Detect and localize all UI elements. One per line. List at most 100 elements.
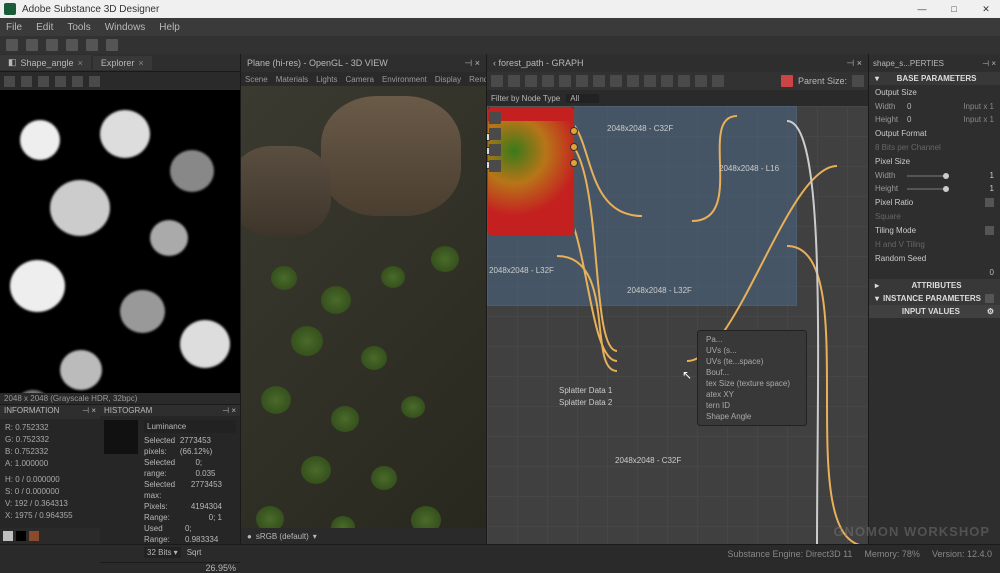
menu-tools[interactable]: Tools [67, 22, 90, 33]
tool-icon[interactable] [26, 39, 38, 51]
tool-icon[interactable] [4, 76, 15, 87]
ctx-item[interactable]: Pa... [698, 334, 806, 345]
tool-icon[interactable] [610, 75, 622, 87]
section-input-values[interactable]: INPUT VALUES⚙ [869, 305, 1000, 318]
size-icon[interactable] [852, 75, 864, 87]
close-icon[interactable]: × [991, 59, 996, 68]
view3d-header: Plane (hi-res) - OpenGL - 3D VIEW ⊣ × [241, 54, 486, 72]
ctx-item[interactable]: tex Size (texture space) [698, 378, 806, 389]
tab-shape-angle[interactable]: ◧ Shape_angle × [0, 55, 91, 70]
pin-icon[interactable]: ⊣ × [82, 406, 96, 418]
close-icon[interactable]: × [78, 58, 83, 68]
ctx-item[interactable]: UVs (s... [698, 345, 806, 356]
tool-icon[interactable] [21, 76, 32, 87]
maximize-button[interactable]: □ [944, 4, 964, 15]
tool-icon[interactable] [576, 75, 588, 87]
tool-icon[interactable] [712, 75, 724, 87]
swatch[interactable] [16, 531, 26, 541]
tool-icon[interactable] [525, 75, 537, 87]
tool-icon[interactable] [695, 75, 707, 87]
bits-select[interactable]: 32 Bits ▾ [144, 547, 181, 558]
swatch[interactable] [3, 531, 13, 541]
tool-icon[interactable] [491, 75, 503, 87]
view3d-panel: Plane (hi-res) - OpenGL - 3D VIEW ⊣ × Sc… [240, 54, 486, 544]
tool-icon[interactable] [86, 39, 98, 51]
search-icon[interactable] [542, 75, 554, 87]
zoom-value[interactable]: 26.95% [205, 563, 236, 573]
ratio-select[interactable]: Square [875, 212, 901, 221]
back-icon[interactable]: ‹ [493, 58, 496, 68]
tool-icon[interactable] [46, 39, 58, 51]
tool-icon[interactable] [55, 76, 66, 87]
ctx-item[interactable]: Shape Angle [698, 411, 806, 422]
height-slider[interactable] [907, 188, 949, 190]
pin-icon[interactable]: ⊣ [846, 58, 854, 68]
pin-icon[interactable]: ⊣ [464, 58, 472, 68]
sqrt-toggle[interactable]: Sqrt [187, 547, 202, 558]
menu-help[interactable]: Help [159, 22, 180, 33]
menu-display[interactable]: Display [435, 75, 461, 84]
width-slider[interactable] [907, 175, 949, 177]
view3d-canvas[interactable] [241, 86, 486, 528]
section-instance-params[interactable]: ▾INSTANCE PARAMETERS [869, 292, 1000, 305]
refresh-icon[interactable] [559, 75, 571, 87]
minimize-button[interactable]: — [912, 4, 932, 15]
section-base-params[interactable]: ▾BASE PARAMETERS [869, 72, 1000, 85]
ctx-item[interactable]: Bouf... [698, 367, 806, 378]
menu-file[interactable]: File [6, 22, 22, 33]
tool-icon[interactable] [644, 75, 656, 87]
format-select[interactable]: 8 Bits per Channel [875, 143, 941, 152]
close-icon[interactable]: × [475, 58, 480, 68]
tiling-select[interactable]: H and V Tiling [875, 240, 925, 249]
camera-icon[interactable] [508, 75, 520, 87]
color-icon[interactable] [781, 75, 793, 87]
close-button[interactable]: ✕ [976, 4, 996, 15]
channel-select[interactable]: Luminance [144, 420, 236, 433]
menu-materials[interactable]: Materials [276, 75, 308, 84]
reset-icon[interactable] [985, 198, 994, 207]
tool-icon[interactable] [489, 160, 501, 172]
info-r: R: 0.752332 [5, 422, 95, 434]
tool-icon[interactable] [627, 75, 639, 87]
tool-icon[interactable] [489, 144, 501, 156]
menu-windows[interactable]: Windows [105, 22, 146, 33]
tool-icon[interactable] [72, 76, 83, 87]
ctx-item[interactable]: UVs (te...space) [698, 356, 806, 367]
menu-edit[interactable]: Edit [36, 22, 53, 33]
tool-icon[interactable] [38, 76, 49, 87]
tool-icon[interactable] [6, 39, 18, 51]
close-icon[interactable]: × [857, 58, 862, 68]
swatch[interactable] [29, 531, 39, 541]
pin-icon[interactable]: ⊣ [982, 59, 989, 68]
tool-icon[interactable] [489, 128, 501, 140]
view2d-canvas[interactable] [0, 90, 240, 393]
view3d-footer: ● sRGB (default) ▾ [241, 528, 486, 544]
tool-icon[interactable] [678, 75, 690, 87]
bullet-icon[interactable]: ● [247, 532, 252, 541]
ctx-item[interactable]: atex XY [698, 389, 806, 400]
seed-value[interactable]: 0 [990, 268, 994, 277]
reset-icon[interactable] [985, 226, 994, 235]
filter-select[interactable]: All [566, 94, 599, 103]
tool-icon[interactable] [106, 39, 118, 51]
tab-explorer[interactable]: Explorer × [93, 56, 152, 70]
tool-icon[interactable] [661, 75, 673, 87]
graph-canvas[interactable]: 2048x2048 - C32F 2048x2048 - L32F 2048x2… [487, 106, 868, 544]
chevron-down-icon[interactable]: ▾ [313, 532, 317, 541]
tool-icon[interactable] [89, 76, 100, 87]
tool-icon[interactable] [489, 112, 501, 124]
context-menu[interactable]: Pa... UVs (s... UVs (te...space) Bouf...… [697, 330, 807, 426]
tool-icon[interactable] [66, 39, 78, 51]
menu-lights[interactable]: Lights [316, 75, 337, 84]
ctx-item[interactable]: tern ID [698, 400, 806, 411]
section-attributes[interactable]: ▸ATTRIBUTES [869, 279, 1000, 292]
menu-camera[interactable]: Camera [346, 75, 374, 84]
close-icon[interactable]: × [138, 58, 143, 68]
menu-scene[interactable]: Scene [245, 75, 268, 84]
colorspace-select[interactable]: sRGB (default) [256, 532, 309, 541]
gear-icon[interactable]: ⚙ [987, 307, 994, 316]
pin-icon[interactable]: ⊣ × [222, 406, 236, 415]
tool-icon[interactable] [593, 75, 605, 87]
menu-environment[interactable]: Environment [382, 75, 427, 84]
reset-icon[interactable] [985, 294, 994, 303]
